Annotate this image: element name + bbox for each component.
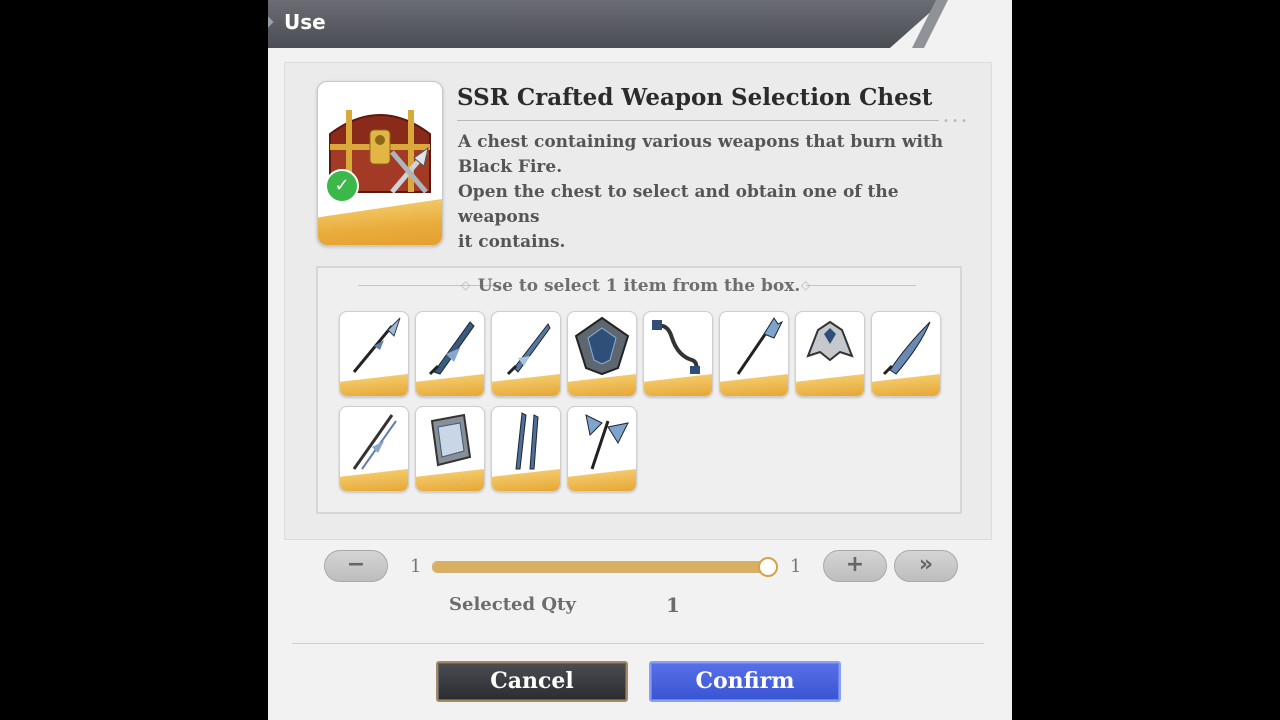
battle-axe-icon [585, 414, 629, 470]
rarity-band [796, 374, 864, 396]
cancel-button[interactable]: Cancel [436, 661, 628, 702]
weapon-option-tome[interactable] [415, 406, 485, 492]
weapon-option-sword[interactable] [491, 311, 561, 397]
lance-icon [352, 414, 397, 470]
selection-box: ◇ ◇ Use to select 1 item from the box. [316, 266, 962, 514]
tome-icon [430, 413, 472, 467]
gauntlet-icon [806, 320, 854, 362]
weapon-option-shield[interactable] [567, 311, 637, 397]
curved-sword-icon [882, 321, 931, 376]
rarity-band [416, 374, 484, 396]
weapon-option-battle-axe[interactable] [567, 406, 637, 492]
quantity-slider[interactable] [432, 557, 778, 577]
divider [457, 120, 939, 121]
rarity-band [492, 374, 560, 396]
divider-ornament: • • • [943, 116, 968, 127]
weapon-option-gauntlet[interactable] [795, 311, 865, 397]
rarity-band [318, 199, 442, 245]
spear-icon [352, 317, 401, 373]
slider-thumb[interactable] [758, 557, 778, 577]
selection-caption: Use to select 1 item from the box. [477, 276, 801, 296]
description-line: Open the chest to select and obtain one … [458, 182, 899, 227]
rarity-band [568, 469, 636, 491]
decrease-button[interactable]: − [324, 550, 388, 582]
chain-whip-icon [652, 320, 700, 374]
rarity-band [568, 374, 636, 396]
trident-staff-icon [736, 317, 784, 375]
rarity-band [720, 374, 788, 396]
rarity-band [872, 374, 940, 396]
quantity-min: 1 [410, 556, 422, 577]
rarity-band [492, 469, 560, 491]
rarity-band [340, 469, 408, 491]
sword-icon [506, 323, 551, 376]
rarity-band [340, 374, 408, 396]
title-bar [268, 0, 944, 48]
description-line: A chest containing various weapons that … [458, 132, 944, 152]
dialog-title: Use [284, 10, 326, 34]
rarity-band [644, 374, 712, 396]
weapon-option-greatsword[interactable] [415, 311, 485, 397]
description-line: it contains. [458, 232, 566, 252]
description-line: Black Fire. [458, 157, 563, 177]
item-name: SSR Crafted Weapon Selection Chest [457, 84, 933, 111]
weapon-option-trident-staff[interactable] [719, 311, 789, 397]
max-quantity-button[interactable]: » [894, 550, 958, 582]
quantity-max: 1 [790, 556, 802, 577]
item-card[interactable]: ✓ [317, 81, 443, 246]
weapon-option-dual-blades[interactable] [491, 406, 561, 492]
dual-blades-icon [515, 412, 539, 470]
greatsword-icon [428, 321, 475, 376]
slider-fill [433, 562, 767, 572]
shield-icon [574, 316, 630, 376]
item-description: A chest containing various weapons that … [458, 130, 978, 255]
weapon-option-lance[interactable] [339, 406, 409, 492]
selected-qty-value: 1 [666, 593, 680, 617]
selected-qty-label: Selected Qty [449, 594, 576, 615]
weapon-option-spear[interactable] [339, 311, 409, 397]
confirm-button[interactable]: Confirm [649, 661, 841, 702]
weapon-option-curved-sword[interactable] [871, 311, 941, 397]
checkmark-icon: ✓ [325, 169, 359, 203]
divider [292, 643, 984, 644]
rarity-band [416, 469, 484, 491]
use-dialog: Use ✓ SSR Crafted Weapon Selection Chest… [268, 0, 1012, 720]
increase-button[interactable]: + [823, 550, 887, 582]
weapon-option-chain-whip[interactable] [643, 311, 713, 397]
